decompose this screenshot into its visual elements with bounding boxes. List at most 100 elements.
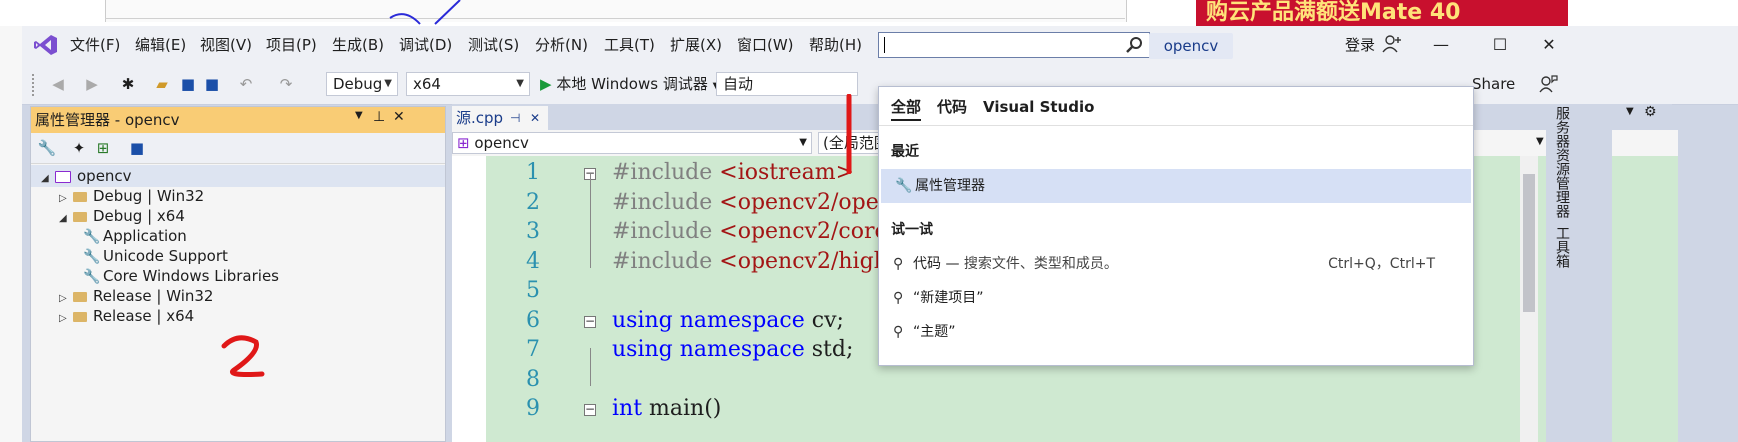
suggestion-label: “主题”: [913, 324, 956, 340]
tree-item[interactable]: ▷ Release | Win32: [31, 285, 445, 307]
tree-item[interactable]: ◢ opencv: [31, 165, 445, 187]
save-icon[interactable]: ■: [127, 138, 147, 158]
menu-tools[interactable]: 工具(T): [604, 26, 655, 64]
code-token: #include: [612, 248, 720, 274]
tree-item[interactable]: 🔧 Application: [31, 225, 445, 247]
visual-studio-logo-icon[interactable]: [34, 34, 58, 56]
gear-icon[interactable]: ⚙: [1644, 104, 1657, 120]
configuration-dropdown[interactable]: Debug ▼: [326, 72, 398, 96]
add-property-sheet-icon[interactable]: ✦: [69, 138, 89, 158]
sign-in-link[interactable]: 登录: [1345, 26, 1375, 64]
close-icon[interactable]: ✕: [530, 106, 540, 130]
code-line[interactable]: #include <iostream>: [612, 160, 854, 185]
forward-icon[interactable]: ▶: [82, 74, 102, 94]
tree-item-label: Core Windows Libraries: [103, 267, 279, 285]
tab-list-chevron-icon[interactable]: ▼: [1626, 106, 1634, 117]
background-ad-banner[interactable]: 购云产品满额送Mate 40: [1196, 0, 1568, 26]
menu-view[interactable]: 视图(V): [200, 26, 252, 64]
code-line[interactable]: #include <opencv2/opencv.: [612, 190, 922, 215]
person-add-icon[interactable]: [1382, 34, 1402, 54]
back-icon[interactable]: ◀: [48, 74, 68, 94]
collapsed-arrow-icon[interactable]: ▷: [59, 308, 73, 330]
configuration-value: Debug: [333, 75, 383, 93]
redo-icon[interactable]: ↷: [276, 74, 296, 94]
background-table-line: [105, 18, 1125, 19]
menu-extensions[interactable]: 扩展(X): [670, 26, 722, 64]
search-results-dropdown: 全部 代码 Visual Studio 最近 🔧 属性管理器 试一试 ⚲ 代码 — …: [878, 86, 1474, 366]
start-debugging-button[interactable]: ▶ 本地 Windows 调试器 ▼: [540, 72, 720, 96]
save-icon[interactable]: ■: [178, 74, 198, 94]
chevron-down-icon[interactable]: ▼: [1536, 136, 1544, 147]
tree-item[interactable]: ▷ Debug | Win32: [31, 185, 445, 207]
close-icon[interactable]: ✕: [393, 109, 405, 125]
tree-item[interactable]: ▷ Release | x64: [31, 305, 445, 327]
wrench-icon[interactable]: 🔧: [37, 138, 57, 158]
menu-edit[interactable]: 编辑(E): [135, 26, 186, 64]
undo-icon[interactable]: ↶: [236, 74, 256, 94]
folder-icon: [73, 191, 87, 202]
try-header: 试一试: [891, 222, 933, 238]
tree-item[interactable]: ◢ Debug | x64: [31, 205, 445, 227]
code-token: <iostream>: [719, 160, 855, 185]
solution-name-badge[interactable]: opencv: [1149, 33, 1233, 59]
line-number: 8: [526, 366, 540, 392]
project-scope-dropdown[interactable]: ⊞ opencv ▼: [452, 132, 812, 154]
menu-analyze[interactable]: 分析(N): [535, 26, 588, 64]
search-input[interactable]: [878, 32, 1150, 58]
server-explorer-tab[interactable]: 服务器资源管理器: [1552, 106, 1572, 218]
open-file-icon[interactable]: ▰: [152, 74, 172, 94]
new-project-icon[interactable]: ✱: [118, 74, 138, 94]
menu-build[interactable]: 生成(B): [332, 26, 384, 64]
minimize-button[interactable]: —: [1418, 26, 1464, 64]
code-line[interactable]: int main(): [612, 396, 721, 421]
fold-toggle-icon[interactable]: −: [584, 315, 596, 328]
close-window-button[interactable]: ✕: [1526, 26, 1572, 64]
code-token: using namespace: [612, 337, 805, 362]
suggestion-label: “新建项目”: [913, 290, 984, 306]
recent-item-property-manager[interactable]: 🔧 属性管理器: [881, 169, 1471, 203]
menu-debug[interactable]: 调试(D): [399, 26, 452, 64]
toolbar-grip[interactable]: [32, 74, 38, 96]
line-number: 9: [526, 396, 540, 421]
search-icon[interactable]: [1125, 36, 1143, 54]
platform-dropdown[interactable]: x64 ▼: [406, 72, 530, 96]
tab-source-cpp[interactable]: 源.cpp ⊣ ✕: [452, 106, 548, 130]
left-page-strip: [0, 26, 23, 442]
maximize-button[interactable]: ☐: [1477, 26, 1523, 64]
panel-menu-icon[interactable]: ▼: [355, 110, 363, 121]
add-existing-sheet-icon[interactable]: ⊞: [93, 138, 113, 158]
code-line[interactable]: #include <opencv2/core/co: [612, 219, 920, 244]
suggestion-new-project[interactable]: ⚲ “新建项目”: [879, 281, 1473, 315]
menu-project[interactable]: 项目(P): [266, 26, 317, 64]
dropdown-divider: [879, 125, 1473, 126]
tree-item[interactable]: 🔧 Core Windows Libraries: [31, 265, 445, 287]
toolbox-tab[interactable]: 工具箱: [1552, 226, 1572, 268]
code-token: #include: [612, 219, 720, 244]
menu-file[interactable]: 文件(F): [70, 26, 120, 64]
menu-help[interactable]: 帮助(H): [809, 26, 862, 64]
solution-platform-dropdown[interactable]: 自动: [716, 72, 858, 96]
tree-item-label: Unicode Support: [103, 247, 228, 265]
line-number: 4: [526, 248, 540, 274]
scrollbar-thumb[interactable]: [1523, 174, 1535, 312]
menu-window[interactable]: 窗口(W): [737, 26, 794, 64]
menu-test[interactable]: 测试(S): [468, 26, 519, 64]
code-line[interactable]: using namespace std;: [612, 337, 853, 362]
code-line[interactable]: #include <opencv2/highgui: [612, 249, 923, 274]
live-share-button[interactable]: Share: [1472, 74, 1515, 94]
tab-visual-studio[interactable]: Visual Studio: [983, 95, 1094, 119]
code-search-item[interactable]: ⚲ 代码 — 搜索文件、类型和成员。 Ctrl+Q，Ctrl+T: [879, 247, 1473, 281]
fold-toggle-icon[interactable]: −: [584, 403, 596, 416]
line-number: 7: [526, 337, 540, 362]
code-line[interactable]: using namespace cv;: [612, 308, 844, 333]
tab-code[interactable]: 代码: [937, 95, 967, 119]
code-item-shortcut: Ctrl+Q，Ctrl+T: [1328, 256, 1435, 272]
save-all-icon[interactable]: ■: [202, 74, 222, 94]
pin-icon[interactable]: ⊣: [510, 106, 520, 130]
search-icon: ⚲: [893, 290, 904, 306]
tab-all[interactable]: 全部: [891, 95, 922, 121]
suggestion-theme[interactable]: ⚲ “主题”: [879, 315, 1473, 349]
feedback-icon[interactable]: [1538, 74, 1558, 94]
pin-icon[interactable]: ⊥: [373, 109, 385, 125]
tree-item[interactable]: 🔧 Unicode Support: [31, 245, 445, 267]
